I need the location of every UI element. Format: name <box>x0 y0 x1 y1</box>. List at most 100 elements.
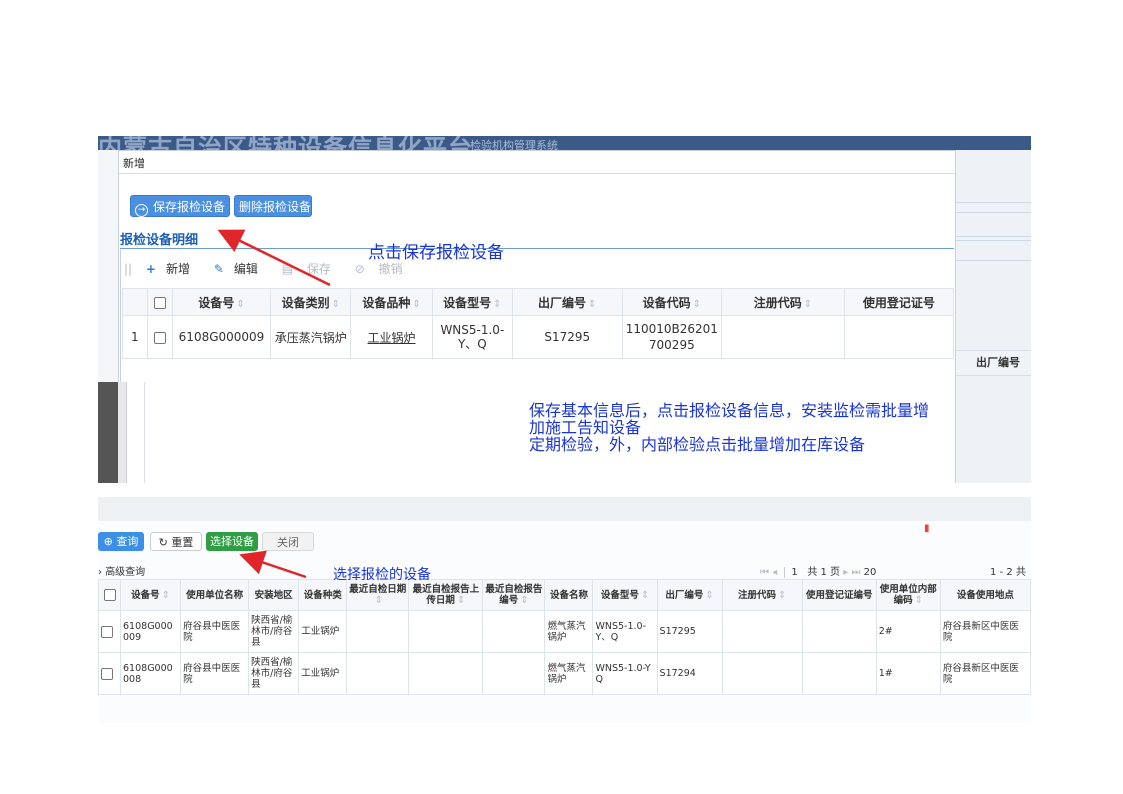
row-number: 1 <box>122 315 148 359</box>
app-banner: 内蒙古自治区特种设备信息化平台 检验机构管理系统 <box>98 136 1031 150</box>
select-device-button[interactable]: 选择设备 <box>206 532 258 551</box>
callout-select-devices: 选择报检的设备 <box>333 567 431 583</box>
upload-date-cell <box>408 652 484 695</box>
column-header[interactable]: 最近自检日期⇕ <box>346 579 410 611</box>
column-header[interactable]: 使用单位名称 <box>180 579 250 611</box>
column-header[interactable]: 设备号 ⇕ <box>171 288 272 316</box>
reset-label: 重置 <box>171 536 194 549</box>
row-checkbox[interactable] <box>101 625 113 638</box>
column-header[interactable]: 最近自检报告上传日期 ⇕ <box>408 579 484 611</box>
unit-cell: 府谷县中医医院 <box>180 610 250 653</box>
edit-button[interactable]: ✎ 编辑 <box>214 262 268 276</box>
page-size[interactable]: 20 <box>864 567 877 578</box>
pager: ⏮ ◂ 1 共 1 页 ▸ ⏭ 20 <box>760 563 876 578</box>
row-checkbox[interactable] <box>153 331 166 344</box>
floppy-icon: ▤ <box>281 262 294 276</box>
first-page-icon[interactable]: ⏮ <box>760 567 769 578</box>
callout-click-save: 点击保存报检设备 <box>368 243 504 263</box>
row-number-header <box>122 288 148 316</box>
device-no-cell: 6108G000008 <box>120 652 182 695</box>
name-cell: 燃气蒸汽锅炉 <box>544 610 594 653</box>
column-header[interactable]: 设备种类 <box>298 579 348 611</box>
column-header[interactable]: 出厂编号 ⇕ <box>656 579 723 611</box>
plus-icon: + <box>145 262 156 276</box>
factory-no-cell: S17295 <box>511 315 623 359</box>
chevron-icon: › <box>98 567 102 578</box>
device-code-cell: 110010B26201700295 <box>621 315 722 359</box>
advanced-search-link[interactable]: › 高级查询 <box>98 563 145 578</box>
select-all-checkbox[interactable] <box>103 589 116 601</box>
use-cert-cell <box>843 315 955 359</box>
last-page-icon[interactable]: ⏭ <box>851 567 860 578</box>
table-row[interactable]: 1 6108G000009 承压蒸汽锅炉 工业锅炉 WNS5-1.0-Y、Q S… <box>122 315 955 359</box>
device-select-grid: 设备号 ⇕ 使用单位名称 安装地区 设备种类 最近自检日期⇕ 最近自检报告上传日期… <box>97 579 1032 695</box>
column-header[interactable]: 设备代码 ⇕ <box>621 288 722 316</box>
select-all-header[interactable] <box>146 288 173 316</box>
close-button[interactable]: 关闭 <box>262 532 314 551</box>
column-header[interactable]: 最近自检报告编号 ⇕ <box>482 579 546 611</box>
grid-header-row: 设备号 ⇕ 使用单位名称 安装地区 设备种类 最近自检日期⇕ 最近自检报告上传日期… <box>97 579 1032 611</box>
column-header[interactable]: 安装地区 <box>248 579 300 611</box>
instruction-line: 加施工告知设备 <box>529 418 642 437</box>
column-header[interactable]: 使用登记证号 <box>843 288 955 316</box>
location-cell: 府谷县新区中医医院 <box>939 610 1032 653</box>
dialog-title: 新增 <box>123 157 145 170</box>
row-checkbox-cell[interactable] <box>97 610 122 653</box>
column-header[interactable]: 使用登记证编号 <box>801 579 877 611</box>
edit-label: 编辑 <box>233 262 258 276</box>
column-header[interactable]: 设备品种 ⇕ <box>350 288 433 316</box>
banner-title: 内蒙古自治区特种设备信息化平台 <box>98 136 473 150</box>
row-checkbox-cell[interactable] <box>97 652 122 695</box>
column-header[interactable]: 注册代码 ⇕ <box>721 579 803 611</box>
save-label: 保存 <box>306 262 331 276</box>
column-header[interactable]: 设备型号 ⇕ <box>592 579 658 611</box>
column-header[interactable]: 设备类别 ⇕ <box>270 288 352 316</box>
table-row[interactable]: 6108G000009 府谷县中医医院 陕西省/榆林市/府谷县 工业锅炉 燃气蒸… <box>97 610 1032 653</box>
column-header[interactable]: 设备使用地点 <box>939 579 1032 611</box>
refresh-icon: ↻ <box>158 536 168 549</box>
select-all-header[interactable] <box>97 579 122 611</box>
region-cell: 陕西省/榆林市/府谷县 <box>248 652 300 695</box>
query-button[interactable]: ⊕ 查询 <box>98 532 144 551</box>
reg-code-cell <box>720 315 845 359</box>
search-icon: ⊕ <box>103 535 113 548</box>
reg-code-cell <box>721 610 803 653</box>
top-strip <box>98 497 1031 521</box>
prev-page-icon[interactable]: ◂ <box>772 567 777 578</box>
variety-link[interactable]: 工业锅炉 <box>368 331 416 345</box>
next-page-icon[interactable]: ▸ <box>843 567 848 578</box>
reset-button[interactable]: ↻ 重置 <box>150 532 202 551</box>
page-input[interactable]: 1 <box>784 567 798 578</box>
inspection-detail-grid: 设备号 ⇕ 设备类别 ⇕ 设备品种 ⇕ 设备型号 ⇕ 出厂编号 ⇕ 设备代码 ⇕ 注册代码 ⇕… <box>122 288 955 359</box>
total-pages: 共 1 页 <box>807 567 841 578</box>
background-edge <box>98 382 118 483</box>
select-all-checkbox[interactable] <box>153 296 166 309</box>
save-button[interactable]: ▤ 保存 <box>282 262 341 276</box>
save-inspection-label: 保存报检设备 <box>153 200 226 214</box>
callout-instructions: 保存基本信息后，点击报检设备信息，安装监检需批量增 加施工告知设备 定期检验，外… <box>529 402 929 453</box>
column-header[interactable]: 使用单位内部编码 ⇕ <box>875 579 941 611</box>
variety-cell: 工业锅炉 <box>350 315 433 359</box>
cancel-label: 撤销 <box>378 262 403 276</box>
model-cell: WNS5-1.0-Y、Q <box>592 610 658 653</box>
row-checkbox[interactable] <box>101 667 113 680</box>
column-header[interactable]: 设备型号 ⇕ <box>431 288 513 316</box>
column-header[interactable]: 注册代码 ⇕ <box>720 288 845 316</box>
undo-icon: ⊘ <box>354 262 365 276</box>
device-no-cell: 6108G000009 <box>120 610 182 653</box>
save-inspection-button[interactable]: → 保存报检设备 <box>130 195 230 217</box>
row-checkbox-cell[interactable] <box>146 315 173 359</box>
column-header[interactable]: 出厂编号 ⇕ <box>511 288 623 316</box>
cancel-button[interactable]: ⊘ 撤销 <box>355 262 413 276</box>
column-header[interactable]: 设备号 ⇕ <box>120 579 182 611</box>
pane-divider <box>144 382 145 483</box>
model-cell: WNS5-1.0-YQ <box>592 652 658 695</box>
factory-no-cell: S17295 <box>656 610 723 653</box>
record-range: 1 - 2 共 <box>990 567 1026 578</box>
column-header[interactable]: 设备名称 <box>544 579 594 611</box>
add-button[interactable]: + 新增 <box>146 262 200 276</box>
reg-code-cell <box>721 652 803 695</box>
delete-inspection-button[interactable]: 删除报检设备 <box>234 195 312 217</box>
pencil-icon: ✎ <box>213 262 224 276</box>
table-row[interactable]: 6108G000008 府谷县中医医院 陕西省/榆林市/府谷县 工业锅炉 燃气蒸… <box>97 652 1032 695</box>
